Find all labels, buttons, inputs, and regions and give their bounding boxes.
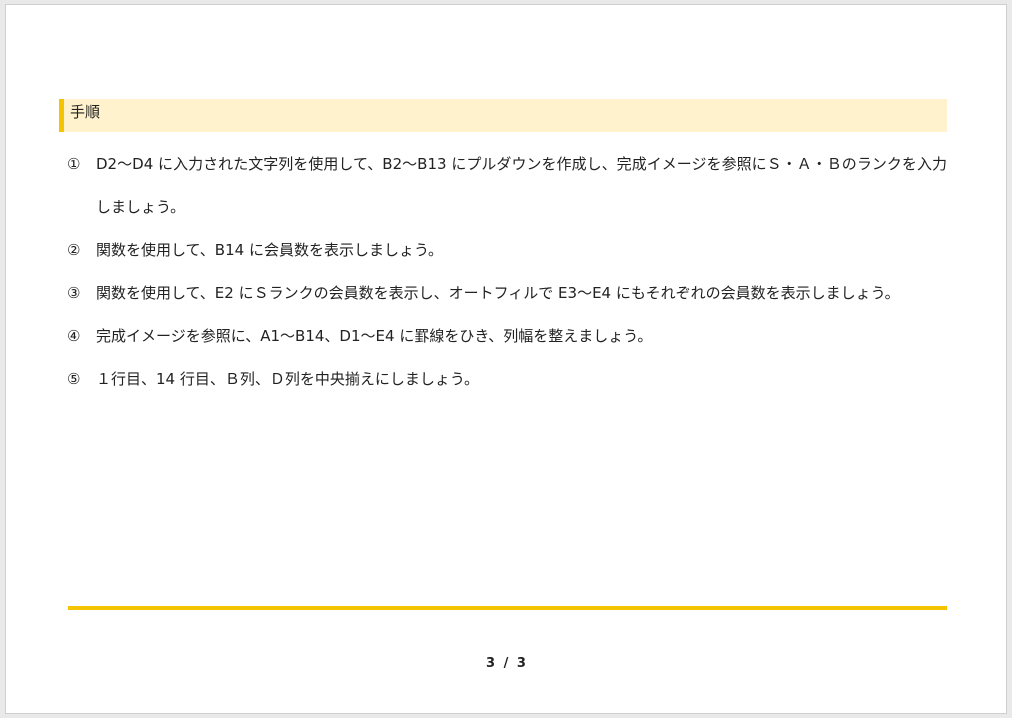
- step-text: １行目、14 行目、Ｂ列、Ｄ列を中央揃えにしましょう。: [96, 370, 479, 388]
- document-page: 手順 ① D2～D4 に入力された文字列を使用して、B2～B13 にプルダウンを…: [5, 4, 1007, 714]
- step-number: ④: [67, 327, 81, 345]
- step-text: D2～D4 に入力された文字列を使用して、B2～B13 にプルダウンを作成し、完…: [96, 155, 947, 216]
- step-item: ② 関数を使用して、B14 に会員数を表示しましょう。: [67, 229, 947, 272]
- section-header: 手順: [59, 99, 947, 132]
- step-number: ②: [67, 241, 81, 259]
- step-number: ①: [67, 155, 81, 173]
- step-text: 関数を使用して、E2 にＳランクの会員数を表示し、オートフィルで E3～E4 に…: [96, 284, 900, 302]
- step-item: ⑤ １行目、14 行目、Ｂ列、Ｄ列を中央揃えにしましょう。: [67, 358, 947, 401]
- step-text: 完成イメージを参照に、A1～B14、D1～E4 に罫線をひき、列幅を整えましょう…: [96, 327, 653, 345]
- step-item: ④ 完成イメージを参照に、A1～B14、D1～E4 に罫線をひき、列幅を整えまし…: [67, 315, 947, 358]
- footer-divider: [68, 606, 947, 610]
- steps-list: ① D2～D4 に入力された文字列を使用して、B2～B13 にプルダウンを作成し…: [67, 143, 947, 401]
- step-number: ③: [67, 284, 81, 302]
- step-text: 関数を使用して、B14 に会員数を表示しましょう。: [96, 241, 444, 259]
- step-item: ① D2～D4 に入力された文字列を使用して、B2～B13 にプルダウンを作成し…: [67, 143, 947, 229]
- step-number: ⑤: [67, 370, 81, 388]
- section-title: 手順: [70, 103, 101, 121]
- page-number: 3 / 3: [486, 656, 526, 671]
- step-item: ③ 関数を使用して、E2 にＳランクの会員数を表示し、オートフィルで E3～E4…: [67, 272, 947, 315]
